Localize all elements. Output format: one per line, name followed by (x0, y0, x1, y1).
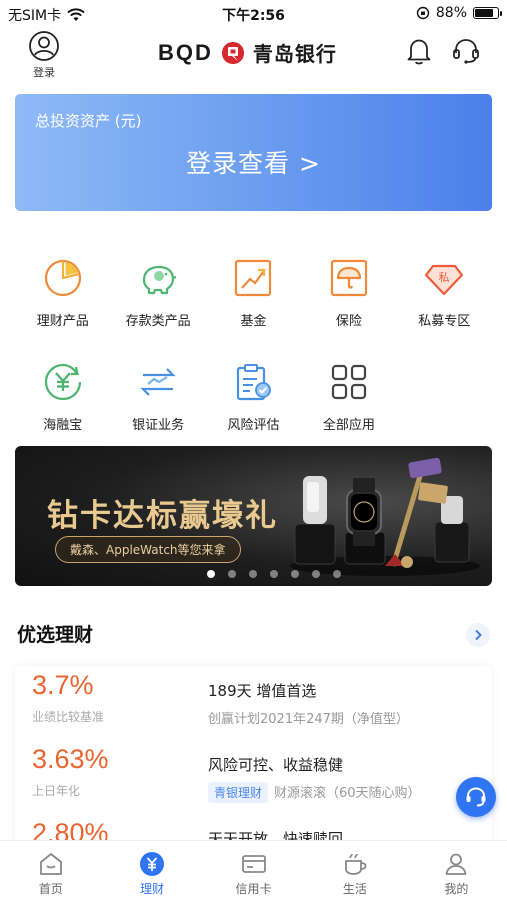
total-assets-label: 总投资资产 (元) (35, 112, 142, 130)
bank-logo-icon (221, 41, 244, 64)
tab-label: 信用卡 (235, 882, 272, 896)
product-rate: 3.7% (32, 670, 94, 700)
pie-chart-icon (44, 259, 81, 297)
total-assets-card[interactable]: 总投资资产 (元) 登录查看 > (15, 94, 492, 211)
quick-access-row-2: 海融宝 银证业务 风险评估 全部应用 (15, 360, 492, 433)
login-button[interactable]: 登录 (24, 30, 64, 80)
exchange-arrows-icon (140, 368, 176, 396)
tab-label: 理财 (140, 882, 165, 896)
more-button[interactable] (466, 623, 490, 647)
quick-item-funds[interactable]: 基金 (206, 256, 301, 329)
quick-access-row-1: 理财产品 存款类产品 基金 保险 私 私募专区 (15, 256, 492, 329)
quick-item-label: 银证业务 (132, 418, 185, 433)
banner-dot[interactable] (332, 570, 341, 578)
tab-life[interactable]: 生活 (304, 841, 405, 900)
coffee-cup-icon (345, 853, 367, 875)
quick-item-label: 保险 (335, 314, 362, 329)
product-item[interactable]: 3.63% 上日年化 风险可控、收益稳健 青银理财 财源滚滚（60天随心购） (15, 740, 492, 814)
orientation-lock-icon (416, 6, 430, 20)
product-name: 189天 增值首选 (208, 682, 317, 700)
battery-percent: 88% (435, 5, 467, 21)
quick-item-private-equity[interactable]: 私 私募专区 (397, 256, 492, 329)
banner-dot[interactable] (248, 570, 257, 578)
tab-home[interactable]: 首页 (0, 841, 101, 900)
login-to-view-button[interactable]: 登录查看 > (15, 144, 492, 180)
banner-subtitle: 戴森、AppleWatch等您来拿 (55, 536, 241, 563)
headset-icon (466, 787, 486, 807)
banner-dot[interactable] (269, 570, 278, 578)
tab-label: 我的 (444, 882, 469, 896)
customer-service-icon[interactable] (451, 36, 481, 66)
banner-dot[interactable] (206, 570, 215, 578)
login-label: 登录 (33, 66, 55, 79)
product-rate-label: 业绩比较基准 (32, 710, 105, 724)
piggy-bank-icon (142, 265, 177, 295)
tab-wealth[interactable]: 理财 (101, 841, 202, 900)
yuan-circle-icon (44, 363, 81, 401)
svg-text:私: 私 (439, 271, 450, 284)
app-header: 登录 BQD 青岛银行 (0, 28, 507, 80)
banner-pagination[interactable] (15, 570, 492, 578)
quick-item-label: 风险评估 (227, 418, 280, 433)
brand-cn: 青岛银行 (252, 42, 337, 66)
tab-credit-card[interactable]: 信用卡 (203, 841, 304, 900)
quick-item-label: 存款类产品 (125, 314, 191, 329)
section-title-featured: 优选理财 (17, 624, 94, 646)
umbrella-icon (330, 259, 367, 297)
product-desc: 创赢计划2021年247期（净值型） (208, 708, 409, 727)
product-tag: 青银理财 (208, 782, 269, 803)
product-desc-text: 财源滚滚（60天随心购） (274, 786, 421, 801)
trend-up-icon (235, 259, 272, 297)
quick-item-label: 私募专区 (418, 314, 471, 329)
product-desc: 青银理财 财源滚滚（60天随心购） (208, 782, 421, 803)
bottom-tab-bar: 首页 理财 信用卡 生活 我的 (0, 840, 507, 900)
floating-service-button[interactable] (456, 777, 496, 817)
quick-item-hairongbao[interactable]: 海融宝 (15, 360, 110, 433)
tab-mine[interactable]: 我的 (406, 841, 507, 900)
product-rate-label: 上日年化 (32, 784, 81, 798)
user-avatar-icon (29, 31, 59, 61)
tab-label: 生活 (342, 882, 367, 896)
bell-icon[interactable] (405, 36, 433, 66)
user-icon (445, 853, 467, 875)
quick-item-bank-securities[interactable]: 银证业务 (110, 360, 205, 433)
featured-products-card: 3.7% 业绩比较基准 189天 增值首选 创赢计划2021年247期（净值型）… (15, 666, 492, 846)
quick-item-label: 海融宝 (43, 418, 83, 433)
battery-icon (473, 7, 502, 19)
bank-brand: BQD 青岛银行 (158, 38, 337, 67)
battery-level (475, 9, 493, 17)
quick-item-risk-assessment[interactable]: 风险评估 (206, 360, 301, 433)
home-icon (39, 853, 62, 875)
promo-banner[interactable]: 钻卡达标赢壕礼 戴森、AppleWatch等您来拿 (15, 446, 492, 586)
product-rate: 3.63% (32, 744, 109, 774)
product-item[interactable]: 3.7% 业绩比较基准 189天 增值首选 创赢计划2021年247期（净值型） (15, 666, 492, 740)
diamond-private-icon: 私 (425, 264, 464, 296)
tab-label: 首页 (38, 882, 63, 896)
quick-item-label: 基金 (240, 314, 267, 329)
yuan-icon (140, 852, 165, 876)
banner-dot[interactable] (311, 570, 320, 578)
product-desc-text: 创赢计划2021年247期（净值型） (208, 712, 409, 727)
credit-card-icon (241, 855, 266, 873)
quick-item-insurance[interactable]: 保险 (301, 256, 396, 329)
quick-item-all-apps[interactable]: 全部应用 (301, 360, 396, 433)
quick-item-deposit-products[interactable]: 存款类产品 (110, 256, 205, 329)
chevron-right-icon (475, 629, 482, 641)
status-bar: 无SIM卡 下午2:56 88% (0, 0, 507, 28)
grid-apps-icon (331, 364, 366, 400)
status-right: 88% (416, 5, 502, 21)
prize-products-illustration (290, 457, 480, 576)
quick-item-wealth-products[interactable]: 理财产品 (15, 256, 110, 329)
quick-item-label: 全部应用 (322, 418, 375, 433)
product-name: 风险可控、收益稳健 (208, 756, 344, 774)
quick-item-label: 理财产品 (36, 314, 89, 329)
brand-en: BQD (158, 39, 213, 65)
banner-dot[interactable] (227, 570, 236, 578)
clipboard-check-icon (237, 364, 272, 401)
banner-title: 钻卡达标赢壕礼 (47, 498, 278, 534)
banner-dot[interactable] (290, 570, 299, 578)
